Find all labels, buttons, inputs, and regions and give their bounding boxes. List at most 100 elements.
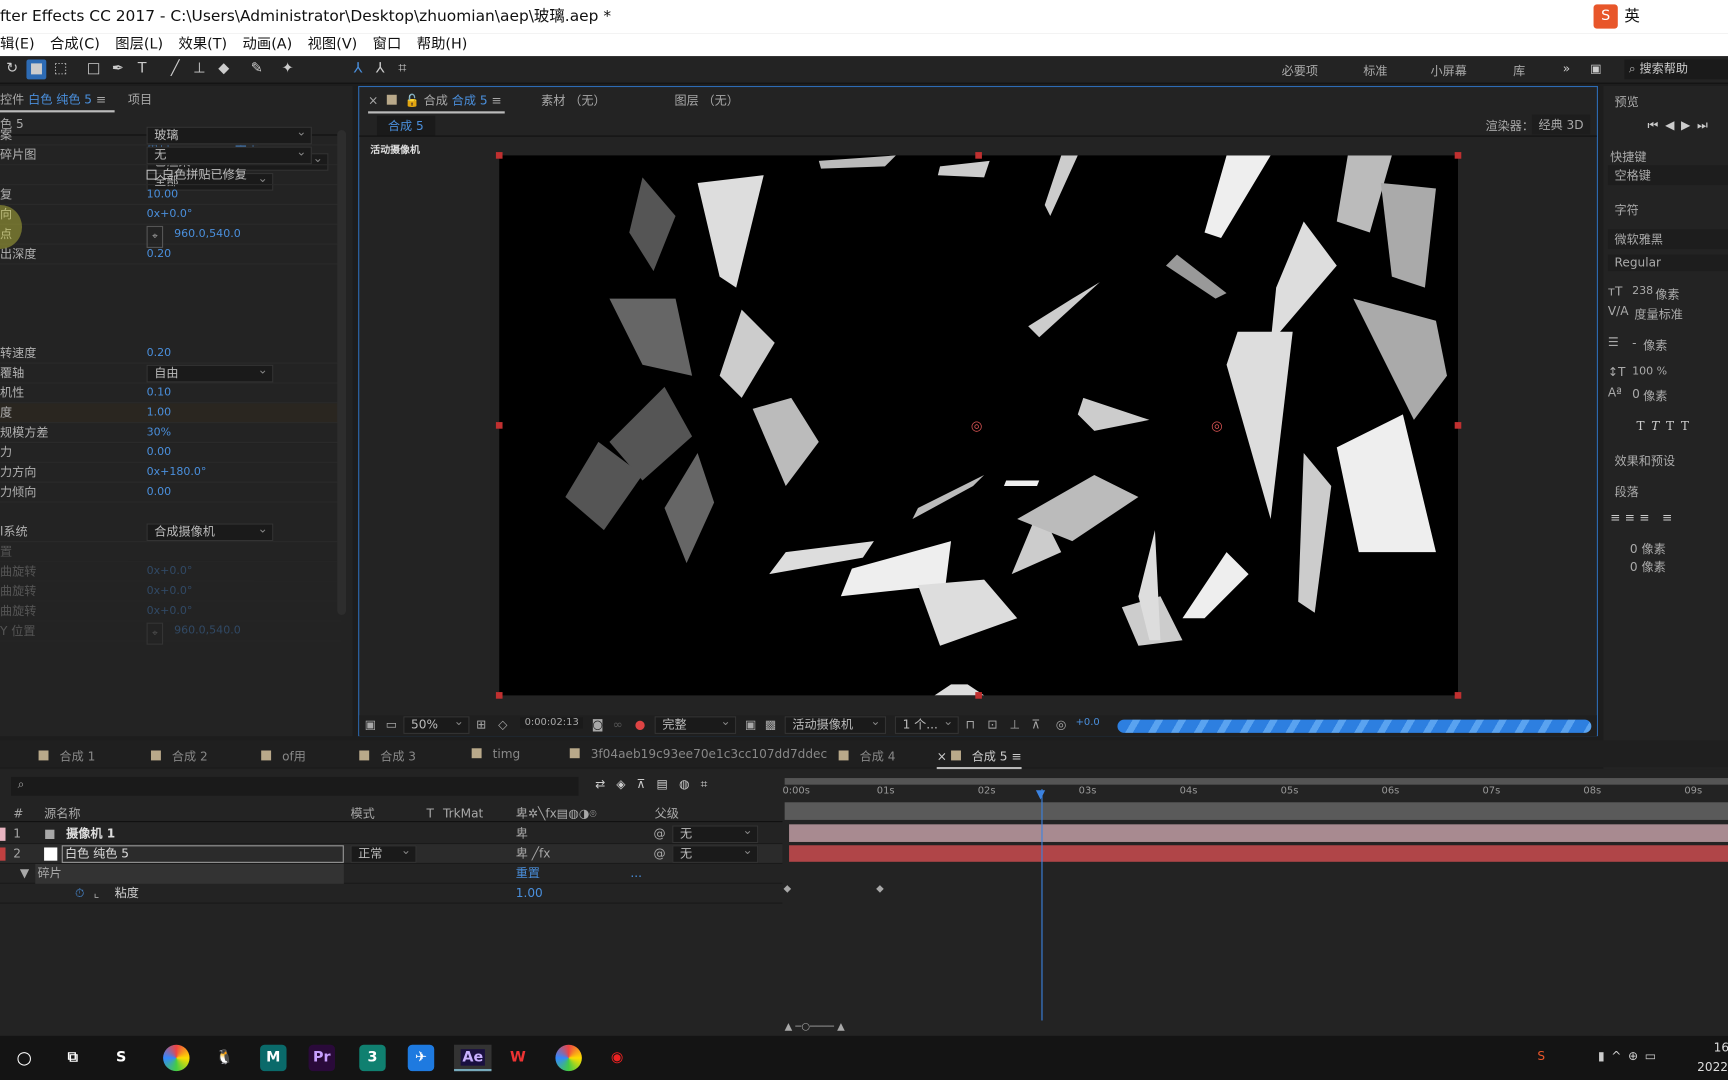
property-value[interactable]: 1.00 xyxy=(147,403,172,423)
pan-behind-tool-icon[interactable]: ⬚ xyxy=(51,60,71,80)
3d-view-dropdown[interactable]: 活动摄像机 xyxy=(784,714,887,734)
menu-animation[interactable]: 动画(A) xyxy=(243,33,293,56)
work-area-bar[interactable] xyxy=(784,778,1728,785)
snapshot-icon[interactable]: ◙ xyxy=(592,717,604,731)
effect-property-row[interactable]: 出深度 0.20 xyxy=(0,245,342,265)
property-value[interactable]: 10.00 xyxy=(147,185,179,205)
menu-edit[interactable]: 辑(E) xyxy=(0,33,35,56)
pickwhip-icon[interactable]: @ xyxy=(654,844,666,864)
shy-switch-icon[interactable]: 卑 xyxy=(516,824,528,844)
label-color[interactable] xyxy=(0,827,6,841)
tab-effect-controls[interactable]: 控件 白色 纯色 5 ≡ xyxy=(0,90,115,113)
layer-handle[interactable] xyxy=(975,692,982,699)
layer-row[interactable]: 1 ■ 摄像机 1 卑 @ 无 xyxy=(0,823,783,845)
3dsmax-icon[interactable]: 3 xyxy=(359,1044,386,1072)
clone-stamp-tool-icon[interactable]: ⊥ xyxy=(190,60,210,80)
property-value[interactable]: 1.00 xyxy=(516,884,543,904)
menu-layer[interactable]: 图层(L) xyxy=(115,33,163,56)
comp-tab[interactable]: 合成 3 xyxy=(359,747,416,765)
fast-preview-icon[interactable]: ⊡ xyxy=(987,717,997,731)
resolution-dropdown[interactable]: 完整 xyxy=(654,714,737,734)
anchor-point-icon[interactable]: ◎ xyxy=(971,418,983,433)
property-value[interactable]: 0.20 xyxy=(147,344,172,364)
font-style-dropdown[interactable]: Regular xyxy=(1607,254,1728,272)
pixel-aspect-icon[interactable]: ⊓ xyxy=(965,717,974,731)
layer-handle[interactable] xyxy=(1454,692,1462,699)
rectangle-tool-icon[interactable]: □ xyxy=(84,60,104,80)
solid-layer-bar[interactable] xyxy=(789,845,1728,862)
parent-dropdown[interactable]: 无 xyxy=(672,843,759,863)
comp-tab[interactable]: of用 xyxy=(261,747,306,765)
expand-triangle-icon[interactable]: ▼ xyxy=(20,864,29,884)
stroke-width-value[interactable]: - xyxy=(1632,336,1636,350)
layer-handle[interactable] xyxy=(1454,422,1462,429)
transparency-grid-icon[interactable]: ▩ xyxy=(765,717,776,731)
region-of-interest-icon[interactable]: ▣ xyxy=(745,717,756,731)
timeline-icon[interactable]: ⊥ xyxy=(1009,717,1020,731)
playhead-handle-icon[interactable]: ▼ xyxy=(1036,787,1045,801)
layer-handle[interactable] xyxy=(495,692,503,699)
ime-logo-icon[interactable]: S xyxy=(1593,4,1618,29)
comp-tab[interactable]: × 合成 5 ≡ xyxy=(936,747,1022,770)
kerning-value[interactable]: 度量标准 xyxy=(1634,305,1682,323)
parent-dropdown[interactable]: 无 xyxy=(672,823,759,844)
blend-mode-dropdown[interactable]: 正常 xyxy=(350,843,417,863)
layer-switches-icons[interactable]: 卑 ╱fx xyxy=(516,844,551,864)
comp-tab[interactable]: 合成 1 xyxy=(38,747,95,765)
effect-property-row[interactable]: 机性 0.10 xyxy=(0,384,342,404)
clock-date[interactable]: 2022 xyxy=(1697,1060,1728,1074)
task-view-icon[interactable]: ⧉ xyxy=(60,1045,86,1071)
effect-property-row[interactable]: l系统 合成摄像机 xyxy=(0,521,342,543)
app-icon[interactable]: M xyxy=(260,1044,287,1072)
tab-composition[interactable]: × 🔓 合成 合成 5 ≡ xyxy=(368,91,505,114)
comp-tab[interactable]: timg xyxy=(471,747,520,762)
zoom-slider[interactable]: ▲ ─○──── ▲ xyxy=(785,1022,845,1033)
effect-property-row[interactable]: 点 960.0,540.0 ⌖ xyxy=(0,225,342,248)
tab-layer[interactable]: 图层 （无） xyxy=(674,91,738,109)
rotate-tool-icon[interactable]: ↻ xyxy=(2,60,22,80)
effect-name[interactable]: 碎片 xyxy=(35,863,344,884)
crosshair-icon[interactable]: ⌖ xyxy=(146,622,164,645)
effect-property-row[interactable]: 度 1.00 xyxy=(0,403,342,424)
browser-icon[interactable] xyxy=(163,1044,190,1072)
property-value[interactable]: 0.20 xyxy=(147,245,172,265)
current-time[interactable]: 0:00:02:13 xyxy=(520,717,584,729)
effect-property-row[interactable]: 曲旋转 0x+0.0° xyxy=(0,562,342,582)
after-effects-icon[interactable]: Ae xyxy=(454,1044,492,1072)
effect-property-row[interactable]: Y 位置 960.0,540.0 ⌖ xyxy=(0,622,342,645)
effect-property-row[interactable]: 复 10.00 xyxy=(0,185,342,205)
timeline-search-input[interactable]: ⌕ xyxy=(11,776,579,796)
effect-property-row[interactable]: 曲旋转 0x+0.0° xyxy=(0,582,342,602)
font-family-dropdown[interactable]: 微软雅黑 xyxy=(1607,229,1728,250)
property-value[interactable]: 0x+0.0° xyxy=(147,602,193,622)
layer-name-input[interactable]: 白色 纯色 5 xyxy=(61,845,344,863)
property-checkbox[interactable]: 白色拼贴已修复 xyxy=(162,165,247,185)
reset-exposure-icon[interactable]: ◎ xyxy=(1056,717,1067,731)
layer-row[interactable]: 2 白色 纯色 5 正常 卑 ╱fx @ 无 xyxy=(0,843,783,864)
mask-visibility-icon[interactable]: ◇ xyxy=(498,717,507,731)
property-dropdown[interactable]: 无 xyxy=(146,144,312,165)
camera-tool-icon[interactable]: ■ xyxy=(26,59,47,80)
panel-menu-icon[interactable]: ≡ xyxy=(1011,749,1021,763)
more-workspaces-icon[interactable]: » xyxy=(1563,62,1570,76)
property-value[interactable]: 960.0,540.0 xyxy=(174,225,241,245)
timeline-switches-icons[interactable]: ⇄◈⊼▤◍⌗ xyxy=(595,777,718,792)
header-source-name[interactable]: 源名称 xyxy=(44,807,80,822)
property-value[interactable]: 0x+0.0° xyxy=(147,205,193,225)
world-axis-icon[interactable]: ⅄ xyxy=(370,60,390,80)
panel-menu-icon[interactable]: ≡ xyxy=(96,93,106,107)
flowchart-icon[interactable]: ⊼ xyxy=(1032,717,1041,731)
property-dropdown[interactable]: 自由 xyxy=(146,363,274,383)
graph-icon[interactable]: ⌞ xyxy=(94,884,100,904)
effect-property-row[interactable]: 向 0x+0.0° xyxy=(0,205,342,225)
monitor-icon[interactable]: ▭ xyxy=(386,717,397,731)
property-value[interactable]: 30% xyxy=(147,423,172,443)
effect-property-row[interactable]: 碎片图 无 xyxy=(0,144,342,166)
layer-handle[interactable] xyxy=(495,422,503,429)
comp-tab[interactable]: 合成 4 xyxy=(838,747,895,765)
keyframe-icon[interactable]: ◆ xyxy=(876,884,884,895)
workspace-essentials[interactable]: 必要项 xyxy=(1282,62,1318,80)
close-tab-icon[interactable]: × xyxy=(937,749,951,763)
property-value[interactable]: 0.10 xyxy=(147,384,172,404)
layer-name[interactable]: 摄像机 1 xyxy=(66,824,115,844)
